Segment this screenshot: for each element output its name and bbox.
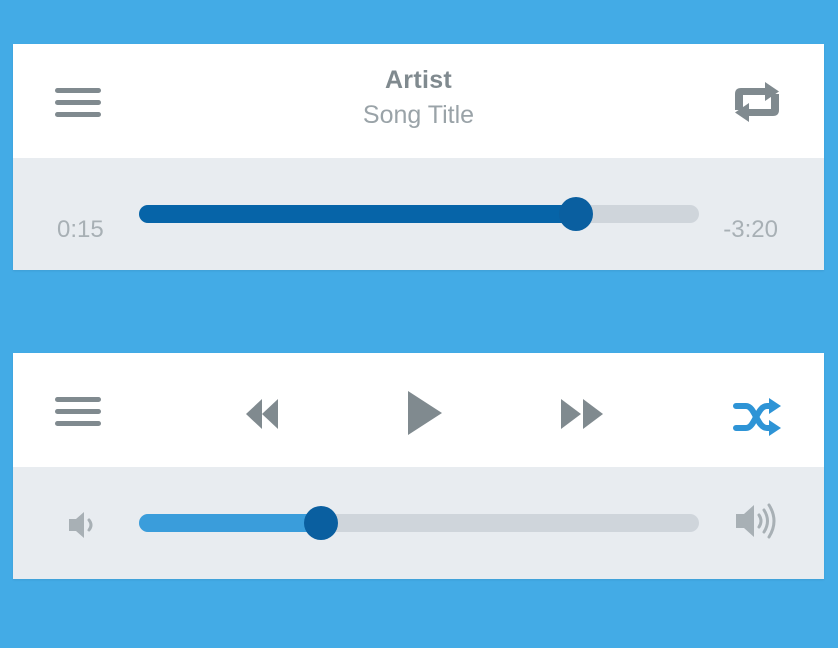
artist-name: Artist: [384, 66, 453, 94]
fast-forward-icon: [561, 399, 603, 429]
volume-fill: [139, 514, 321, 532]
now-playing-card: Artist Song Title 0:15 -3:20: [13, 44, 824, 270]
progress-bar-area: 0:15 -3:20: [13, 158, 824, 270]
repeat-icon: [735, 82, 779, 122]
progress-slider[interactable]: [139, 197, 699, 231]
elapsed-time: 0:15: [57, 216, 104, 243]
volume-down-button[interactable]: [69, 511, 99, 539]
progress-knob[interactable]: [558, 197, 593, 231]
volume-slider[interactable]: [139, 506, 699, 540]
volume-area: [13, 467, 824, 579]
play-icon: [408, 391, 442, 435]
progress-fill: [139, 205, 576, 223]
menu-button-2[interactable]: [55, 395, 101, 429]
volume-knob[interactable]: [304, 506, 338, 540]
track-info: Artist Song Title: [13, 66, 824, 130]
remaining-time: -3:20: [723, 216, 778, 243]
play-button[interactable]: [406, 391, 444, 435]
repeat-button[interactable]: [729, 82, 785, 122]
shuffle-button[interactable]: [733, 397, 783, 437]
fast-forward-button[interactable]: [561, 399, 605, 429]
song-title: Song Title: [362, 101, 475, 129]
rewind-button[interactable]: [246, 399, 278, 429]
volume-low-icon: [69, 512, 93, 538]
shuffle-icon: [733, 398, 781, 436]
controls-card: [13, 353, 824, 579]
now-playing-header: Artist Song Title: [13, 44, 824, 158]
rewind-icon: [246, 399, 278, 429]
playback-controls: [13, 353, 824, 467]
volume-up-button[interactable]: [736, 501, 778, 541]
menu-icon: [55, 397, 101, 402]
volume-high-icon: [736, 503, 776, 539]
